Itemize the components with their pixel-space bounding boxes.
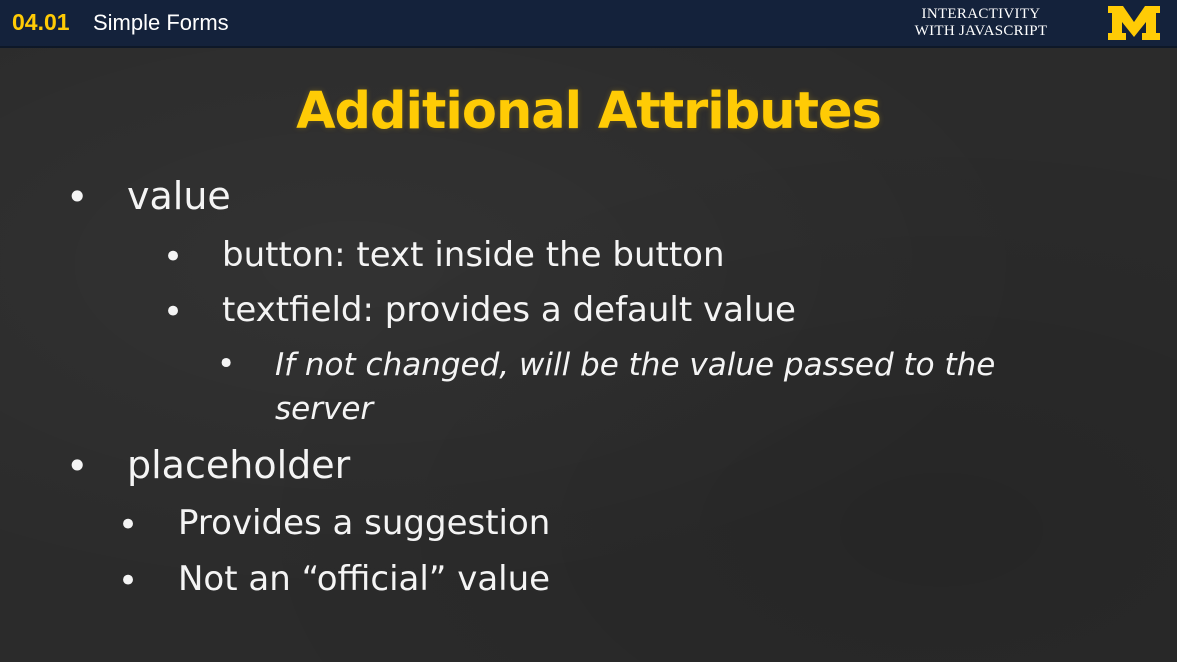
bullet-dot: • <box>66 175 89 219</box>
bullet-dot: • <box>163 292 184 332</box>
course-name-line2: WITH JAVASCRIPT <box>914 23 1048 39</box>
bullet-item-suggestion: Provides a suggestion <box>178 503 551 543</box>
bullet-item-value: value <box>127 174 231 218</box>
bullet-item-placeholder: placeholder <box>127 443 351 487</box>
lesson-title: Simple Forms <box>93 10 229 35</box>
university-logo-icon <box>1106 3 1162 43</box>
bullet-dot: • <box>118 505 139 545</box>
bullet-dot: • <box>217 346 236 382</box>
block-m-icon <box>1108 6 1160 40</box>
bullet-dot: • <box>66 444 89 488</box>
course-name: INTERACTIVITY WITH JAVASCRIPT <box>881 6 1081 40</box>
bullet-dot: • <box>118 561 139 601</box>
course-name-line1: INTERACTIVITY <box>921 6 1041 22</box>
bullet-item-default-note: If not changed, will be the value passed… <box>275 347 996 427</box>
slide-title: Additional Attributes <box>296 82 882 141</box>
bullet-item-button: button: text inside the button <box>222 235 725 275</box>
slide: 04.01 Simple Forms INTERACTIVITY WITH JA… <box>0 0 1177 662</box>
bullet-item-textfield: textfield: provides a default value <box>222 290 796 330</box>
bullet-dot: • <box>163 237 184 277</box>
header-bar: 04.01 Simple Forms INTERACTIVITY WITH JA… <box>0 0 1177 48</box>
bullet-item-not-official: Not an “official” value <box>178 559 551 599</box>
lesson-number: 04.01 <box>12 9 70 35</box>
